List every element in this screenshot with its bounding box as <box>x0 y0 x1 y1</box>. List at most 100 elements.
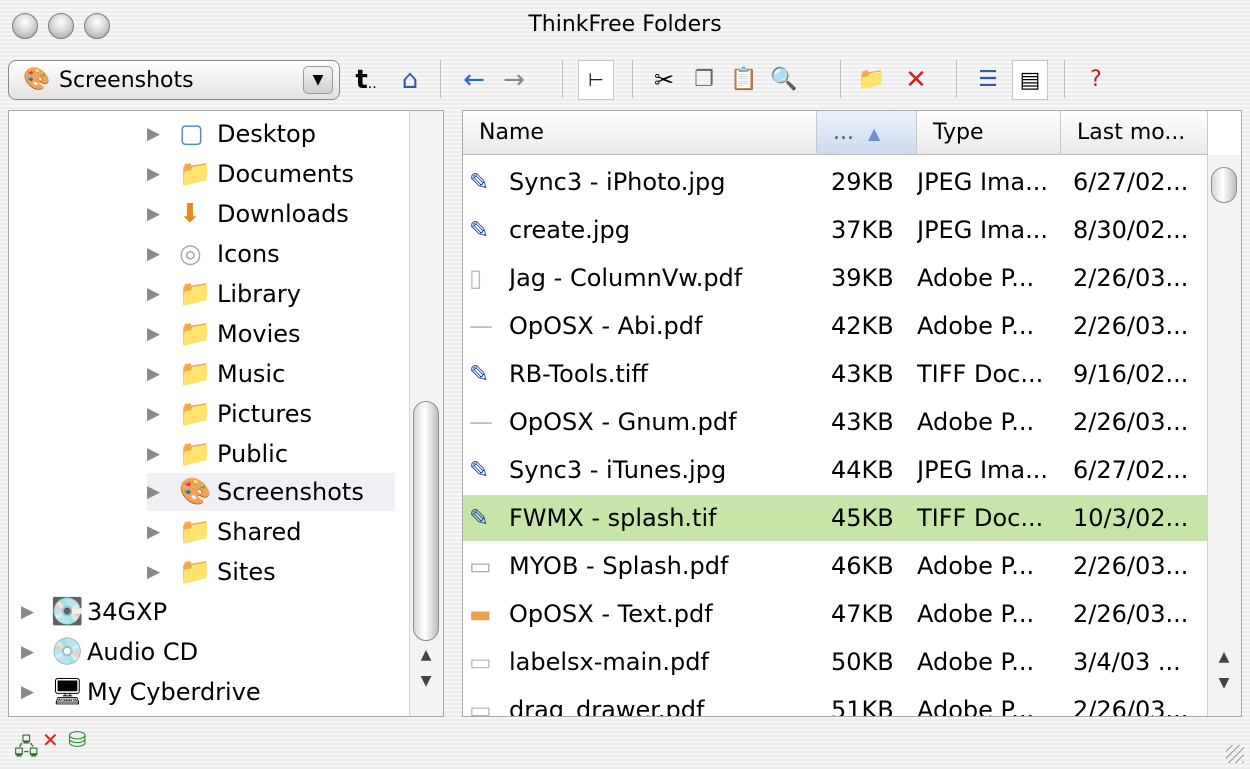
image-file-icon: ✎ <box>469 456 490 484</box>
table-row[interactable]: ▭ labelsx-main.pdf 50KB Adobe P... 3/4/0… <box>463 639 1208 685</box>
list-view-icon[interactable]: ☰ <box>970 60 1006 100</box>
up-folder-icon[interactable]: t.. <box>348 60 384 100</box>
toolbar-separator <box>632 60 633 98</box>
file-type: TIFF Doc... <box>917 360 1044 388</box>
file-type: TIFF Doc... <box>917 504 1044 532</box>
file-modified: 2/26/03... <box>1073 696 1189 717</box>
detail-view-icon[interactable]: ▤ <box>1012 60 1048 100</box>
tree-scrollbar[interactable]: ▲ ▼ <box>409 111 443 716</box>
file-name: Sync3 - iPhoto.jpg <box>509 168 726 196</box>
file-modified: 2/26/03... <box>1073 552 1189 580</box>
disclosure-triangle-icon[interactable]: ▶ <box>147 395 160 433</box>
tree-item-label: 34GXP <box>87 598 168 626</box>
cut-icon[interactable]: ✂ <box>646 60 682 100</box>
scroll-down-icon[interactable]: ▼ <box>410 669 442 693</box>
column-header-type[interactable]: Type <box>917 111 1061 155</box>
back-icon[interactable]: ← <box>456 60 492 100</box>
chevron-down-icon[interactable]: ▼ <box>303 66 333 94</box>
title-bar[interactable]: ThinkFree Folders <box>0 0 1250 50</box>
tree-item-my-cyberdrive[interactable]: ▶ 🖥 My Cyberdrive <box>21 673 391 711</box>
disclosure-triangle-icon[interactable]: ▶ <box>21 593 34 631</box>
tree-item-label: Desktop <box>217 120 316 148</box>
cyberdrive-icon: 🖥 <box>51 677 85 707</box>
image-file-icon: ✎ <box>469 360 490 388</box>
tree-item-documents[interactable]: ▶ 📁 Documents <box>147 155 397 193</box>
disclosure-triangle-icon[interactable]: ▶ <box>147 435 160 473</box>
table-row[interactable]: ▯ Jag - ColumnVw.pdf 39KB Adobe P... 2/2… <box>463 255 1208 301</box>
disclosure-triangle-icon[interactable]: ▶ <box>147 155 160 193</box>
tree-item-sites[interactable]: ▶ 📁 Sites <box>147 553 397 591</box>
tree-item-music[interactable]: ▶ 📁 Music <box>147 355 397 393</box>
table-row[interactable]: ✎ FWMX - splash.tif 45KB TIFF Doc... 10/… <box>463 495 1208 541</box>
tree-item-label: Audio CD <box>87 638 199 666</box>
home-icon[interactable]: ⌂ <box>392 60 428 100</box>
disclosure-triangle-icon[interactable]: ▶ <box>21 673 34 711</box>
table-row[interactable]: ✎ create.jpg 37KB JPEG Ima... 8/30/02... <box>463 207 1208 253</box>
disclosure-triangle-icon[interactable]: ▶ <box>147 473 160 511</box>
image-file-icon: ✎ <box>469 216 490 244</box>
file-size: 29KB <box>831 168 894 196</box>
table-row[interactable]: ▭ drag_drawer.pdf 51KB Adobe P... 2/26/0… <box>463 687 1208 717</box>
new-folder-icon[interactable]: 📁 <box>854 60 890 100</box>
column-header-modified[interactable]: Last mo... <box>1061 111 1208 155</box>
pdf-file-icon: — <box>469 312 493 340</box>
tree-item-movies[interactable]: ▶ 📁 Movies <box>147 315 397 353</box>
file-type: JPEG Ima... <box>917 168 1048 196</box>
file-modified: 10/3/02... <box>1073 504 1189 532</box>
pdf-file-icon: ▭ <box>469 696 492 717</box>
table-row[interactable]: ✎ Sync3 - iPhoto.jpg 29KB JPEG Ima... 6/… <box>463 159 1208 205</box>
window-title: ThinkFree Folders <box>528 12 722 37</box>
paste-icon[interactable]: 📋 <box>726 60 762 100</box>
column-header-size[interactable]: ... ▲ <box>817 111 917 155</box>
tree-view-icon[interactable]: ⊢ <box>578 60 614 100</box>
disclosure-triangle-icon[interactable]: ▶ <box>147 513 160 551</box>
tree-item-pictures[interactable]: ▶ 📁 Pictures <box>147 395 397 433</box>
location-popup[interactable]: 🎨 Screenshots ▼ <box>8 60 340 100</box>
disclosure-triangle-icon[interactable]: ▶ <box>147 275 160 313</box>
properties-icon[interactable]: ? <box>1078 60 1114 100</box>
file-list-scrollbar[interactable]: ▲ ▼ <box>1207 155 1241 716</box>
table-row[interactable]: ✎ Sync3 - iTunes.jpg 44KB JPEG Ima... 6/… <box>463 447 1208 493</box>
file-list-scrollbar-thumb[interactable] <box>1211 167 1237 203</box>
copy-icon[interactable]: ❐ <box>686 60 722 100</box>
disclosure-triangle-icon[interactable]: ▶ <box>21 633 34 671</box>
scroll-down-icon[interactable]: ▼ <box>1208 671 1240 695</box>
delete-icon[interactable]: ✕ <box>898 60 934 100</box>
scroll-up-icon[interactable]: ▲ <box>1208 645 1240 669</box>
disclosure-triangle-icon[interactable]: ▶ <box>147 553 160 591</box>
tree-item-shared[interactable]: ▶ 📁 Shared <box>147 513 397 551</box>
table-row[interactable]: ✎ RB-Tools.tiff 43KB TIFF Doc... 9/16/02… <box>463 351 1208 397</box>
folder-tree[interactable]: ▶ ▢ Desktop ▶ 📁 Documents ▶ ⬇ Downloads … <box>8 110 444 717</box>
tree-item-library[interactable]: ▶ 📁 Library <box>147 275 397 313</box>
disclosure-triangle-icon[interactable]: ▶ <box>147 195 160 233</box>
disclosure-triangle-icon[interactable]: ▶ <box>147 315 160 353</box>
disclosure-triangle-icon[interactable]: ▶ <box>147 235 160 273</box>
tree-item-label: Screenshots <box>217 478 364 506</box>
tree-item-screenshots[interactable]: ▶ 🎨 Screenshots <box>147 473 395 511</box>
disclosure-triangle-icon[interactable]: ▶ <box>147 355 160 393</box>
find-icon[interactable]: 🔍 <box>766 60 802 100</box>
table-row[interactable]: ▭ MYOB - Splash.pdf 46KB Adobe P... 2/26… <box>463 543 1208 589</box>
sort-ascending-icon: ▲ <box>867 124 881 143</box>
column-header-name[interactable]: Name <box>463 111 817 155</box>
tree-item-icons[interactable]: ▶ ◎ Icons <box>147 235 397 273</box>
disclosure-triangle-icon[interactable]: ▶ <box>147 115 160 153</box>
tree-item-downloads[interactable]: ▶ ⬇ Downloads <box>147 195 397 233</box>
file-type: Adobe P... <box>917 552 1035 580</box>
tree-item-desktop[interactable]: ▶ ▢ Desktop <box>147 115 397 153</box>
hard-drive-icon: 💽 <box>51 597 84 627</box>
table-row[interactable]: — OpOSX - Gnum.pdf 43KB Adobe P... 2/26/… <box>463 399 1208 445</box>
forward-icon[interactable]: → <box>496 60 532 100</box>
tree-item-audio-cd[interactable]: ▶ 💿 Audio CD <box>21 633 391 671</box>
table-row[interactable]: — OpOSX - Abi.pdf 42KB Adobe P... 2/26/0… <box>463 303 1208 349</box>
resize-grip[interactable] <box>1226 745 1244 763</box>
table-row[interactable]: ▬ OpOSX - Text.pdf 47KB Adobe P... 2/26/… <box>463 591 1208 637</box>
file-type: Adobe P... <box>917 408 1035 436</box>
tree-scrollbar-thumb[interactable] <box>413 401 439 641</box>
file-list[interactable]: Name ... ▲ Type Last mo... ✎ Sync3 - iPho… <box>462 110 1242 717</box>
file-type: Adobe P... <box>917 696 1035 717</box>
movies-folder-icon: 📁 <box>179 319 212 349</box>
tree-item-34gxp[interactable]: ▶ 💽 34GXP <box>21 593 391 631</box>
scroll-up-icon[interactable]: ▲ <box>410 643 442 667</box>
tree-item-public[interactable]: ▶ 📁 Public <box>147 435 397 473</box>
